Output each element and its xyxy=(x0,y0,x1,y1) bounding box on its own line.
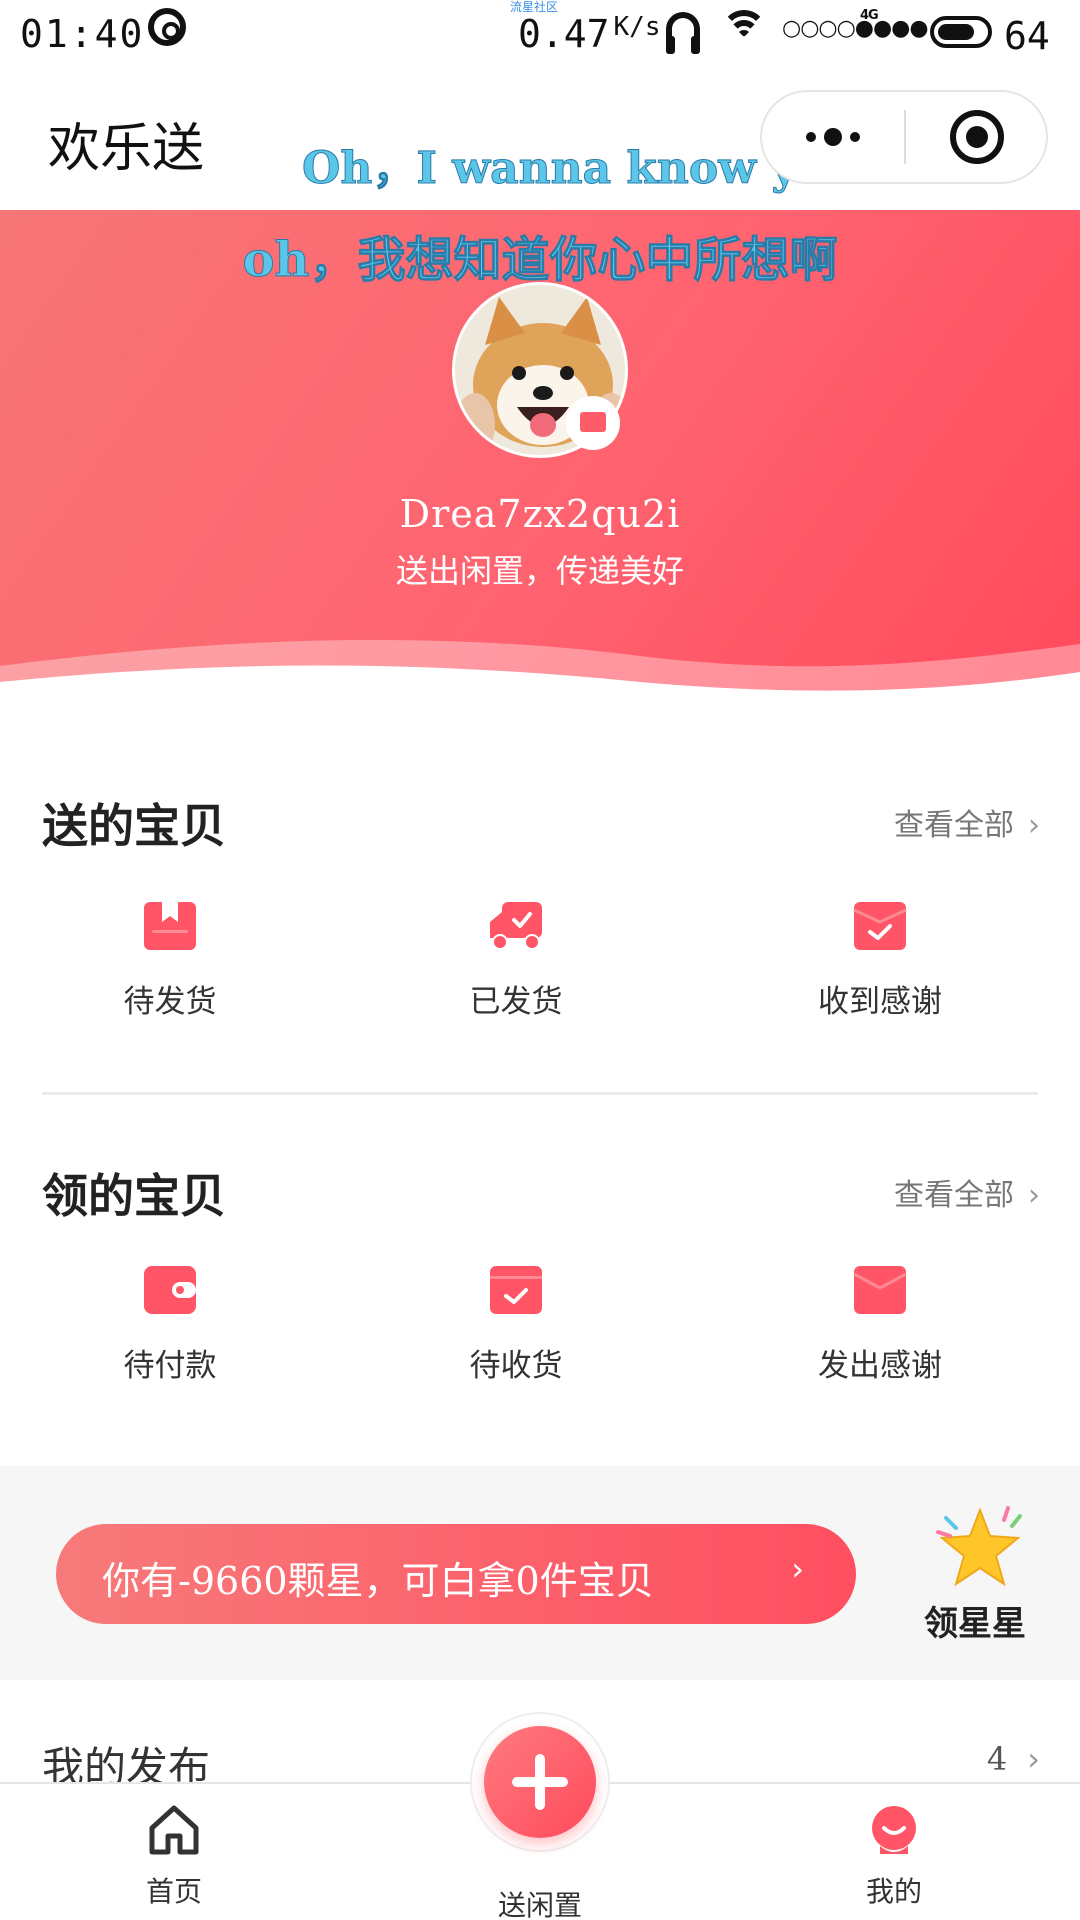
pending-ship-item[interactable]: 待发货 xyxy=(70,900,270,1021)
battery-icon xyxy=(930,16,992,48)
tab-label: 我的 xyxy=(865,1875,922,1908)
wallet-icon xyxy=(144,1266,196,1314)
get-stars-button[interactable]: 领星星 xyxy=(900,1496,1050,1646)
headset-icon xyxy=(666,12,700,54)
view-all-label: 查看全部 xyxy=(894,808,1014,843)
stars-strip: 你有-9660颗星，可白拿0件宝贝 › 领星星 xyxy=(0,1466,1080,1680)
item-label: 收到感谢 xyxy=(818,984,942,1020)
home-icon xyxy=(149,1805,199,1855)
thanks-envelope-icon xyxy=(853,902,907,950)
received-thanks-item[interactable]: 收到感谢 xyxy=(780,900,980,1021)
tab-mine[interactable]: 我的 xyxy=(794,1802,994,1910)
chevron-right-icon: › xyxy=(1027,1740,1040,1778)
pending-payment-item[interactable]: 待付款 xyxy=(70,1264,270,1385)
more-icon[interactable] xyxy=(762,92,904,182)
section-title: 送的宝贝 xyxy=(42,799,226,853)
package-icon xyxy=(144,902,196,950)
send-thanks-item[interactable]: 发出感谢 xyxy=(780,1264,980,1385)
given-items-section: 送的宝贝 查看全部 › 待发货 已发货 收到感谢 xyxy=(0,700,1080,1092)
stars-message: 你有-9660颗星，可白拿0件宝贝 xyxy=(102,1559,654,1603)
shipped-item[interactable]: 已发货 xyxy=(416,900,616,1021)
network-speed-unit: K/s xyxy=(613,12,661,42)
wave-divider xyxy=(0,639,1080,700)
send-envelope-icon xyxy=(853,1266,907,1314)
nav-bar: 欢乐送 Oh，I wanna know ya xyxy=(0,72,1080,210)
network-speed: 0.47 K/s xyxy=(518,12,660,56)
item-label: 待发货 xyxy=(123,984,217,1020)
slogan: 送出闲置，传递美好 xyxy=(395,552,684,590)
view-all-label: 查看全部 xyxy=(894,1178,1014,1213)
tab-home[interactable]: 首页 xyxy=(74,1802,274,1910)
stars-banner-button[interactable]: 你有-9660颗星，可白拿0件宝贝 › xyxy=(56,1524,856,1624)
item-label: 待付款 xyxy=(123,1348,217,1384)
lyric-line-1: Oh，I wanna know ya xyxy=(302,143,827,195)
wifi-icon xyxy=(720,10,768,54)
item-label: 已发货 xyxy=(469,984,563,1020)
received-items-section: 领的宝贝 查看全部 › 待付款 待收货 发出感谢 xyxy=(0,1094,1080,1466)
item-label: 发出感谢 xyxy=(818,1348,942,1384)
capsule-divider xyxy=(904,110,906,164)
tab-label: 首页 xyxy=(145,1875,202,1908)
post-item-button[interactable] xyxy=(484,1726,596,1838)
chevron-right-icon: › xyxy=(1028,808,1040,843)
network-speed-value: 0.47 xyxy=(518,12,610,56)
status-time: 01:40 xyxy=(20,12,145,56)
section-title: 领的宝贝 xyxy=(42,1169,226,1223)
page-title: 欢乐送 xyxy=(48,119,205,179)
chevron-right-icon: › xyxy=(1028,1178,1040,1213)
receive-box-icon xyxy=(490,1266,542,1314)
chevron-right-icon: › xyxy=(791,1550,804,1588)
lyric-line-2: oh，我想知道你心中所想啊 xyxy=(242,232,838,289)
app-notification-icon xyxy=(148,8,186,46)
network-type: 4G xyxy=(860,8,879,23)
star-icon xyxy=(936,1506,1022,1587)
battery-level: 64 xyxy=(1004,14,1050,58)
item-label: 待收货 xyxy=(469,1348,563,1384)
close-target-icon[interactable] xyxy=(950,110,1004,164)
post-item-label[interactable]: 送闲置 xyxy=(440,1884,640,1920)
pending-receipt-item[interactable]: 待收货 xyxy=(416,1264,616,1385)
username: Drea7zx2qu2i xyxy=(399,492,681,536)
user-profile-icon xyxy=(872,1806,916,1854)
id-card-icon[interactable] xyxy=(566,396,620,450)
view-all-link[interactable]: 查看全部 › xyxy=(894,1170,1040,1214)
get-stars-label: 领星星 xyxy=(924,1604,1026,1644)
my-posts-count-link[interactable]: 4 › xyxy=(987,1740,1040,1778)
view-all-link[interactable]: 查看全部 › xyxy=(894,800,1040,844)
my-posts-count: 4 xyxy=(986,1740,1008,1778)
status-bar: 01:40 流星社区 0.47 K/s ○○○○●●●● 4G 64 xyxy=(0,0,1080,72)
mini-program-capsule xyxy=(760,90,1048,184)
profile-banner: oh，我想知道你心中所想啊 Drea7zx2qu2i 送出闲置，传递美好 xyxy=(0,210,1080,700)
truck-icon xyxy=(490,902,542,950)
signal-icon: ○○○○●●●● 4G xyxy=(782,8,929,41)
